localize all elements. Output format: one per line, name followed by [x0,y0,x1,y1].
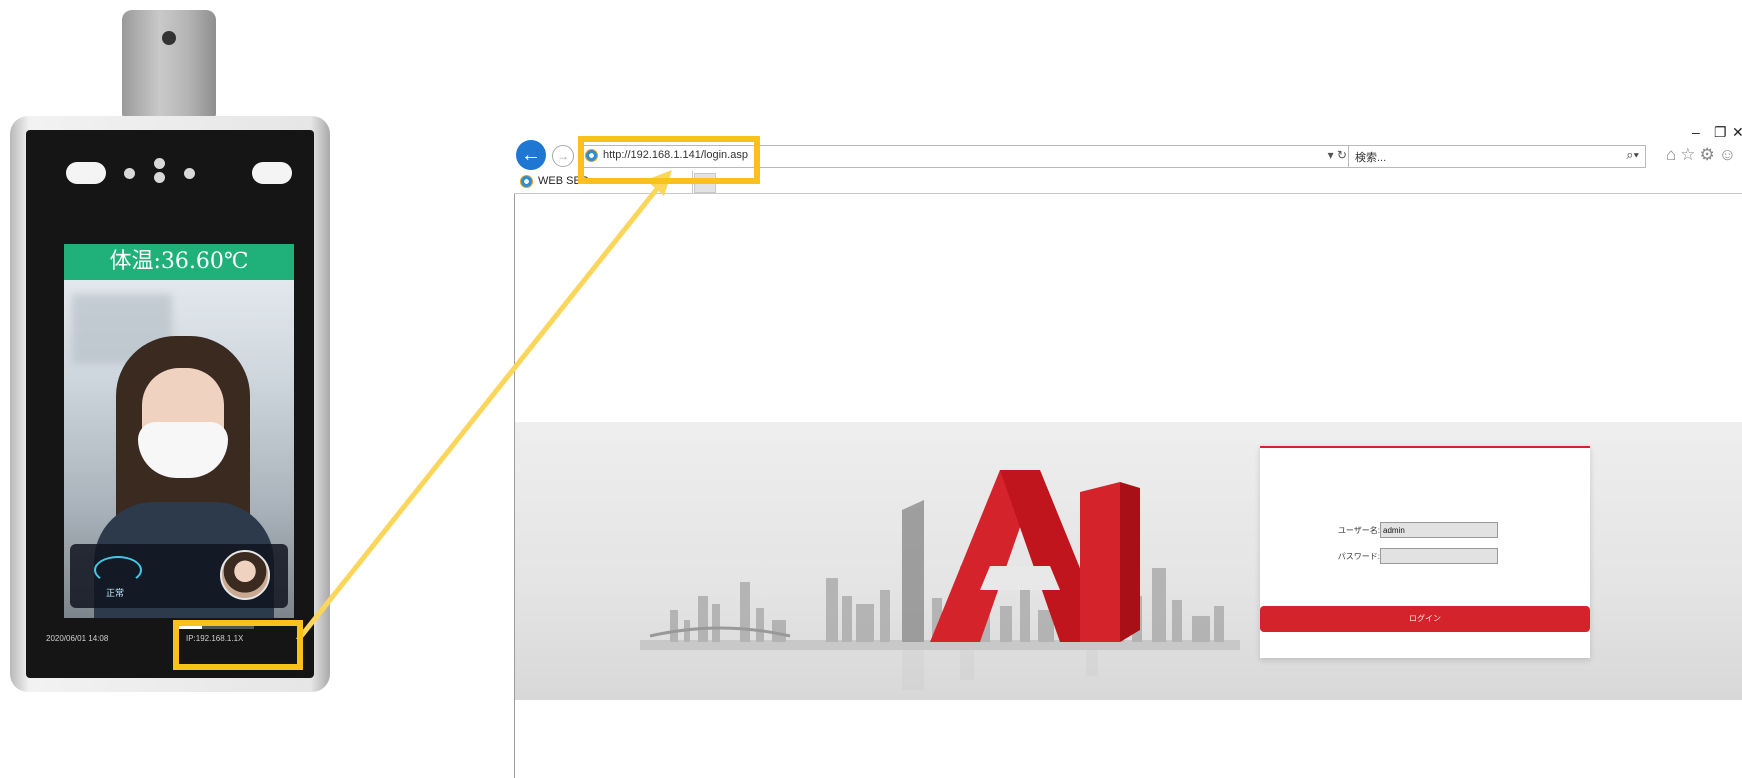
url-highlight [578,136,760,184]
stage: 体温:36.60℃ 正常 2020/06/01 14:08 IP:192.168… [0,0,1742,778]
device-ip-highlight [173,620,303,670]
